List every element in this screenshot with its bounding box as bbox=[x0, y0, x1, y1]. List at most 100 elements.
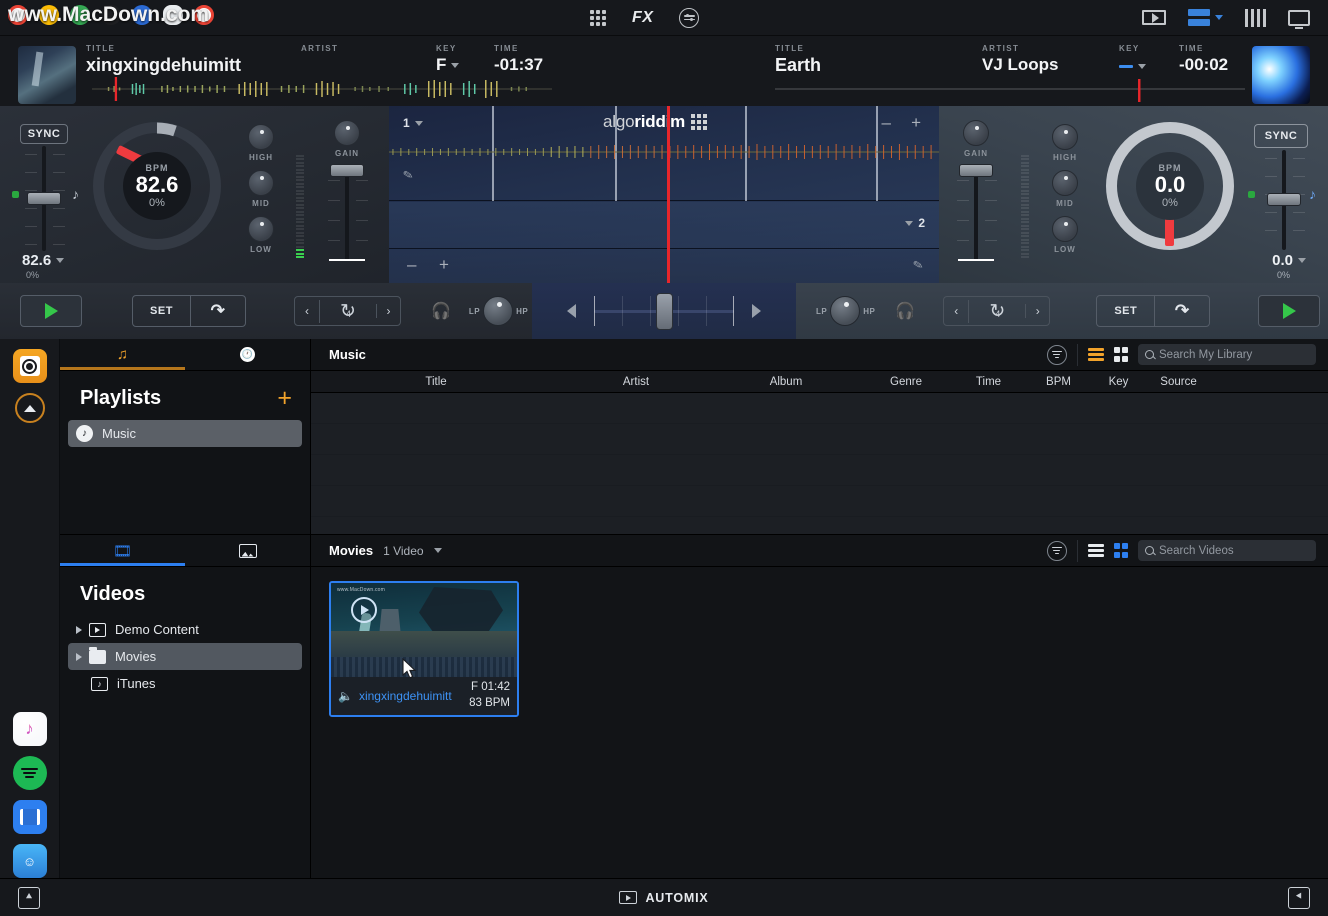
search-input[interactable]: Search My Library bbox=[1138, 344, 1316, 365]
waveform-panel[interactable]: 1 – + ✎ 2 – + ✎ bbox=[389, 106, 939, 283]
deck-right-keylock-icon[interactable]: ♪ bbox=[1309, 186, 1316, 202]
deck-left-filter-knob[interactable] bbox=[483, 296, 514, 326]
deck-right-eq-high[interactable]: HIGH bbox=[1052, 124, 1078, 162]
waveform-deck2-edit-icon[interactable]: ✎ bbox=[912, 257, 925, 273]
deck-right-jogwheel[interactable]: BPM 0.0 0% bbox=[1106, 122, 1234, 250]
chevron-down-icon[interactable] bbox=[451, 62, 460, 68]
crossfader-right-arrow[interactable] bbox=[752, 304, 761, 318]
deck-left-loop-double-button[interactable]: › bbox=[376, 304, 400, 318]
collapse-chevron-icon[interactable] bbox=[14, 393, 45, 423]
fx-button[interactable]: FX bbox=[632, 9, 653, 27]
tab-history[interactable]: 🕐 bbox=[185, 339, 310, 370]
add-playlist-button[interactable]: + bbox=[277, 386, 292, 411]
sidebar-item-movies[interactable]: Movies bbox=[68, 643, 302, 670]
chevron-down-icon[interactable] bbox=[905, 220, 914, 226]
waveform2-zoom-out-button[interactable]: – bbox=[407, 256, 416, 273]
music-table-body[interactable] bbox=[311, 393, 1328, 534]
deck-right-mini-waveform[interactable] bbox=[775, 76, 1245, 102]
waveform2-zoom-in-button[interactable]: + bbox=[439, 256, 449, 273]
finder-icon[interactable]: ☺ bbox=[12, 844, 47, 878]
tab-playlists[interactable]: ♫ bbox=[60, 339, 185, 370]
deck-right-loop-double-button[interactable]: › bbox=[1025, 304, 1049, 318]
deck-right-loop-button[interactable]: ↻ 4 bbox=[968, 299, 1025, 323]
column-time[interactable]: Time bbox=[951, 376, 1026, 388]
disclosure-triangle-icon[interactable] bbox=[76, 625, 82, 634]
deck-left-loop-button[interactable]: ↻ 4 bbox=[319, 299, 376, 323]
mixer-circle-icon[interactable] bbox=[679, 7, 700, 28]
layout-selector-icon[interactable] bbox=[1188, 9, 1223, 26]
tab-photos[interactable] bbox=[185, 535, 310, 566]
column-source[interactable]: Source bbox=[1146, 376, 1211, 388]
grid-apps-icon[interactable] bbox=[590, 9, 606, 26]
column-title[interactable]: Title bbox=[311, 376, 561, 388]
deck-left-cue-return-button[interactable]: ↷ bbox=[190, 296, 245, 326]
waveform-zoom-out-button[interactable]: – bbox=[882, 114, 891, 131]
grid-view-icon[interactable] bbox=[1113, 347, 1128, 362]
waveform-deck2-controls[interactable]: – + ✎ bbox=[389, 250, 939, 283]
crossfader[interactable] bbox=[594, 293, 734, 330]
filter-icon[interactable] bbox=[1046, 344, 1067, 365]
column-genre[interactable]: Genre bbox=[861, 376, 951, 388]
deck-left-cue-set-button[interactable]: SET bbox=[133, 296, 190, 326]
search-input[interactable]: Search Videos bbox=[1138, 540, 1316, 561]
itunes-icon[interactable]: ♪ bbox=[12, 712, 47, 746]
deck-left-pitch-fader[interactable] bbox=[25, 146, 65, 251]
column-album[interactable]: Album bbox=[711, 376, 861, 388]
video-grid[interactable]: www.MacDown.com 🔈 xingxingdehuimitt F 01… bbox=[311, 567, 1328, 878]
automix-button[interactable]: AUTOMIX bbox=[0, 891, 1328, 905]
crossfader-left-arrow[interactable] bbox=[567, 304, 576, 318]
external-display-icon[interactable] bbox=[1288, 9, 1310, 29]
sidebar-item-itunes[interactable]: ♪ iTunes bbox=[68, 670, 302, 697]
chevron-down-icon[interactable] bbox=[1138, 63, 1146, 69]
waveform-zoom-in-button[interactable]: + bbox=[911, 114, 921, 131]
deck-right-play-button[interactable] bbox=[1258, 295, 1321, 327]
deck-right-gain-knob[interactable]: GAIN bbox=[963, 120, 989, 158]
deck-left-eq-low[interactable]: LOW bbox=[248, 216, 274, 254]
column-key[interactable]: Key bbox=[1091, 376, 1146, 388]
crossfader-handle[interactable] bbox=[656, 293, 673, 330]
playlist-item-music[interactable]: ♪ Music bbox=[68, 420, 302, 447]
play-overlay-icon[interactable] bbox=[351, 597, 377, 623]
deck-right-cue-set-button[interactable]: SET bbox=[1097, 296, 1154, 326]
column-bpm[interactable]: BPM bbox=[1026, 376, 1091, 388]
column-artist[interactable]: Artist bbox=[561, 376, 711, 388]
vertical-bars-icon[interactable] bbox=[1245, 8, 1266, 27]
deck-right-cue-headphone-icon[interactable]: 🎧 bbox=[895, 301, 915, 321]
video-preview-icon[interactable] bbox=[1142, 10, 1166, 25]
deck-right-filter-knob[interactable] bbox=[830, 296, 861, 326]
deck-left-eq-high[interactable]: HIGH bbox=[248, 124, 274, 162]
video-library-icon[interactable] bbox=[12, 800, 47, 834]
deck-left-eq-mid[interactable]: MID bbox=[248, 170, 274, 208]
deck-left-play-button[interactable] bbox=[20, 295, 82, 327]
deck-left-keylock-icon[interactable]: ♪ bbox=[72, 186, 79, 202]
tab-videos[interactable]: 🎞 bbox=[60, 535, 185, 566]
deck-right-loop-halve-button[interactable]: ‹ bbox=[944, 304, 968, 318]
deck-left-volume-fader[interactable] bbox=[328, 164, 368, 261]
list-view-icon[interactable] bbox=[1087, 348, 1104, 361]
waveform-deck2[interactable]: 2 bbox=[389, 202, 939, 249]
video-card[interactable]: www.MacDown.com 🔈 xingxingdehuimitt F 01… bbox=[329, 581, 519, 717]
chevron-down-icon[interactable] bbox=[56, 258, 65, 263]
music-library-icon[interactable] bbox=[12, 349, 47, 383]
chevron-down-icon[interactable] bbox=[414, 120, 423, 126]
deck-left-sync-button[interactable]: SYNC bbox=[20, 124, 68, 144]
deck-left-jogwheel[interactable]: BPM 82.6 0% bbox=[93, 122, 221, 250]
deck-left-gain-knob[interactable]: GAIN bbox=[334, 120, 360, 158]
waveform-deck1-edit-icon[interactable]: ✎ bbox=[402, 167, 415, 183]
deck-right-pitch-fader[interactable] bbox=[1265, 150, 1305, 250]
list-view-icon[interactable] bbox=[1087, 544, 1104, 557]
chevron-down-icon[interactable] bbox=[433, 548, 442, 553]
spotify-icon[interactable] bbox=[12, 756, 47, 790]
disclosure-triangle-icon[interactable] bbox=[76, 652, 82, 661]
deck-left-mini-waveform[interactable] bbox=[92, 76, 552, 102]
deck-right-sync-button[interactable]: SYNC bbox=[1254, 124, 1308, 148]
deck-right-volume-fader[interactable] bbox=[957, 164, 997, 261]
sidebar-item-demo-content[interactable]: Demo Content bbox=[68, 616, 302, 643]
deck-left-cue-headphone-icon[interactable]: 🎧 bbox=[431, 301, 451, 321]
deck-right-eq-low[interactable]: LOW bbox=[1052, 216, 1078, 254]
filter-icon[interactable] bbox=[1046, 540, 1067, 561]
chevron-down-icon[interactable] bbox=[1298, 258, 1306, 263]
deck-right-eq-mid[interactable]: MID bbox=[1052, 170, 1078, 208]
grid-view-icon[interactable] bbox=[1113, 543, 1128, 558]
deck-right-cue-return-button[interactable]: ↷ bbox=[1154, 296, 1209, 326]
